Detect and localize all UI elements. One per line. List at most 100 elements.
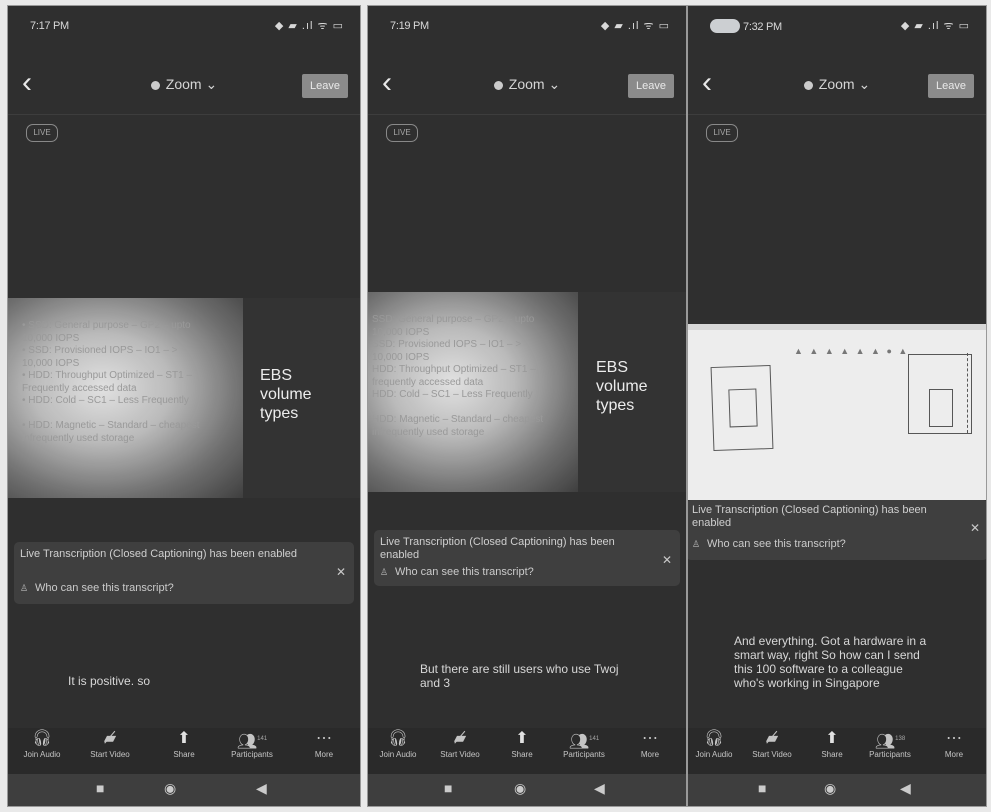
- transcription-notice: Live Transcription (Closed Captioning) h…: [14, 542, 354, 604]
- back-icon[interactable]: ◀: [594, 780, 605, 797]
- more-button[interactable]: ⋯ More: [620, 728, 680, 760]
- zoom-status-dot-icon: [493, 80, 503, 90]
- participants-button[interactable]: 👥︎138 Participants: [860, 728, 920, 760]
- slide-line: 10,000 IOPS: [372, 326, 430, 338]
- who-can-see-link[interactable]: ♙ Who can see this transcript?: [692, 538, 846, 551]
- start-video-button[interactable]: ▰̸ Start Video: [742, 728, 802, 760]
- slide-line: frequently accessed data: [372, 376, 484, 388]
- android-nav-bar: ■ ◉ ◀: [688, 774, 986, 806]
- status-bar: 7:17 PM ◆ ▰ .ıl ᯤ ▭: [8, 6, 360, 46]
- slide-line: [372, 402, 602, 415]
- live-badge: LIVE: [26, 124, 58, 142]
- join-audio-button[interactable]: 🎧︎ Join Audio: [688, 728, 744, 760]
- slide-line: HDD: Magnetic – Standard – cheapest: [372, 414, 544, 425]
- android-nav-bar: ■ ◉ ◀: [368, 774, 686, 806]
- mic-indicator-icon: [710, 19, 740, 33]
- slide-bullets: SSD: General purpose – GP2 – upto 10,000…: [372, 314, 602, 439]
- slide-line: • HDD: Magnetic – Standard – cheapest: [22, 420, 200, 431]
- person-icon: ♙: [692, 539, 701, 549]
- share-button[interactable]: ⬆︎ Share: [802, 728, 862, 760]
- video-off-icon: ▰̸: [103, 730, 117, 747]
- shared-whiteboard: ▲ ▲ ▲ ▲ ▲ ▲ ● ▲: [688, 324, 986, 500]
- slide-line: 10,000 IOPS: [22, 332, 80, 344]
- participants-icon: 👥︎138: [874, 733, 906, 751]
- meeting-top-bar: ‹ Zoom ⌄ Leave: [688, 62, 986, 115]
- back-icon[interactable]: ◀: [256, 780, 267, 797]
- slide-line: • HDD: Throughput Optimized – ST1 –: [22, 370, 193, 381]
- slide-line: HDD: Cold – SC1 – Less Frequently: [372, 389, 533, 400]
- slide-line: SSD: Provisioned IOPS – IO1 – >: [372, 339, 522, 350]
- close-icon[interactable]: ✕: [970, 522, 980, 535]
- share-screen-icon: ⬆︎: [825, 730, 839, 747]
- slide-line: HDD: Throughput Optimized – ST1 –: [372, 364, 536, 375]
- android-nav-bar: ■ ◉ ◀: [8, 774, 360, 806]
- status-time: 7:17 PM: [30, 20, 69, 32]
- person-icon: ♙: [380, 567, 389, 577]
- slide-line: SSD: General purpose – GP2 – upto: [372, 314, 535, 325]
- phone-screenshot-3: 7:32 PM ◆ ▰ .ıl ᯤ ▭ ‹ Zoom ⌄ Leave LIVE …: [688, 6, 986, 806]
- recents-icon[interactable]: ■: [444, 780, 452, 796]
- status-time: 7:19 PM: [390, 20, 429, 32]
- participants-button[interactable]: 👥︎141 Participants: [222, 728, 282, 760]
- participants-icon: 👥︎141: [236, 733, 268, 751]
- closed-caption: It is positive. so: [68, 674, 151, 688]
- start-video-button[interactable]: ▰̸ Start Video: [80, 728, 140, 760]
- shared-screen: SSD: General purpose – GP2 – upto 10,000…: [368, 292, 686, 492]
- transcription-notice: Live Transcription (Closed Captioning) h…: [688, 500, 986, 560]
- slide-line: 10,000 IOPS: [372, 351, 430, 363]
- transcription-notice: Live Transcription (Closed Captioning) h…: [374, 530, 680, 586]
- slide-line: Frequently accessed data: [22, 382, 137, 394]
- participants-count: 141: [257, 736, 268, 742]
- zoom-status-dot-icon: [150, 80, 160, 90]
- whiteboard-sketch-dash: [967, 353, 986, 433]
- slide-line: • SSD: Provisioned IOPS – IO1 – >: [22, 345, 178, 356]
- slide-heading: EBS volume types: [596, 359, 648, 414]
- whiteboard-titlebar: [688, 324, 986, 330]
- video-off-icon: ▰̸: [765, 730, 779, 747]
- participants-count: 138: [895, 736, 906, 742]
- recents-icon[interactable]: ■: [758, 780, 766, 796]
- more-button[interactable]: ⋯ More: [924, 728, 984, 760]
- slide-line: infrequently used storage: [372, 426, 485, 438]
- share-button[interactable]: ⬆︎ Share: [154, 728, 214, 760]
- person-icon: ♙: [20, 583, 29, 593]
- leave-button[interactable]: Leave: [928, 74, 974, 98]
- whiteboard-sketch-box: [908, 353, 972, 434]
- slide-line: • HDD: Cold – SC1 – Less Frequently: [22, 395, 189, 406]
- leave-button[interactable]: Leave: [628, 74, 674, 98]
- more-dots-icon: ⋯: [316, 730, 332, 747]
- more-dots-icon: ⋯: [642, 730, 658, 747]
- who-can-see-link[interactable]: ♙ Who can see this transcript?: [20, 582, 174, 595]
- home-icon[interactable]: ◉: [824, 780, 836, 797]
- live-badge: LIVE: [386, 124, 418, 142]
- close-icon[interactable]: ✕: [336, 566, 346, 579]
- start-video-button[interactable]: ▰̸ Start Video: [430, 728, 490, 760]
- share-screen-icon: ⬆︎: [177, 730, 191, 747]
- participants-button[interactable]: 👥︎141 Participants: [554, 728, 614, 760]
- back-icon[interactable]: ◀: [900, 780, 911, 797]
- headphones-icon: 🎧︎: [387, 730, 409, 747]
- home-icon[interactable]: ◉: [514, 780, 526, 797]
- system-status-icons: ◆ ▰ .ıl ᯤ ▭: [600, 20, 670, 32]
- system-status-icons: ◆ ▰ .ıl ᯤ ▭: [274, 20, 344, 32]
- recents-icon[interactable]: ■: [96, 780, 104, 796]
- meeting-toolbar: 🎧︎ Join Audio ▰̸ Start Video ⬆︎ Share 👥︎…: [368, 728, 686, 774]
- meeting-top-bar: ‹ Zoom ⌄ Leave: [368, 62, 686, 115]
- notice-message: Live Transcription (Closed Captioning) h…: [380, 536, 615, 561]
- home-icon[interactable]: ◉: [164, 780, 176, 797]
- slide-bullets: • SSD: General purpose – GP2 – upto 10,0…: [22, 320, 252, 445]
- whiteboard-sketch-inner: [929, 389, 953, 427]
- join-audio-button[interactable]: 🎧︎ Join Audio: [368, 728, 428, 760]
- who-can-see-link[interactable]: ♙ Who can see this transcript?: [380, 566, 534, 579]
- leave-button[interactable]: Leave: [302, 74, 348, 98]
- close-icon[interactable]: ✕: [662, 554, 672, 567]
- join-audio-button[interactable]: 🎧︎ Join Audio: [12, 728, 72, 760]
- participants-count: 141: [589, 736, 600, 742]
- status-time: 7:32 PM: [710, 19, 782, 34]
- slide-heading: EBS volume types: [260, 367, 312, 422]
- whiteboard-toolbar: ▲ ▲ ▲ ▲ ▲ ▲ ● ▲: [794, 346, 910, 356]
- share-button[interactable]: ⬆︎ Share: [492, 728, 552, 760]
- more-button[interactable]: ⋯ More: [294, 728, 354, 760]
- shared-screen: • SSD: General purpose – GP2 – upto 10,0…: [8, 298, 360, 498]
- notice-message: Live Transcription (Closed Captioning) h…: [20, 548, 298, 560]
